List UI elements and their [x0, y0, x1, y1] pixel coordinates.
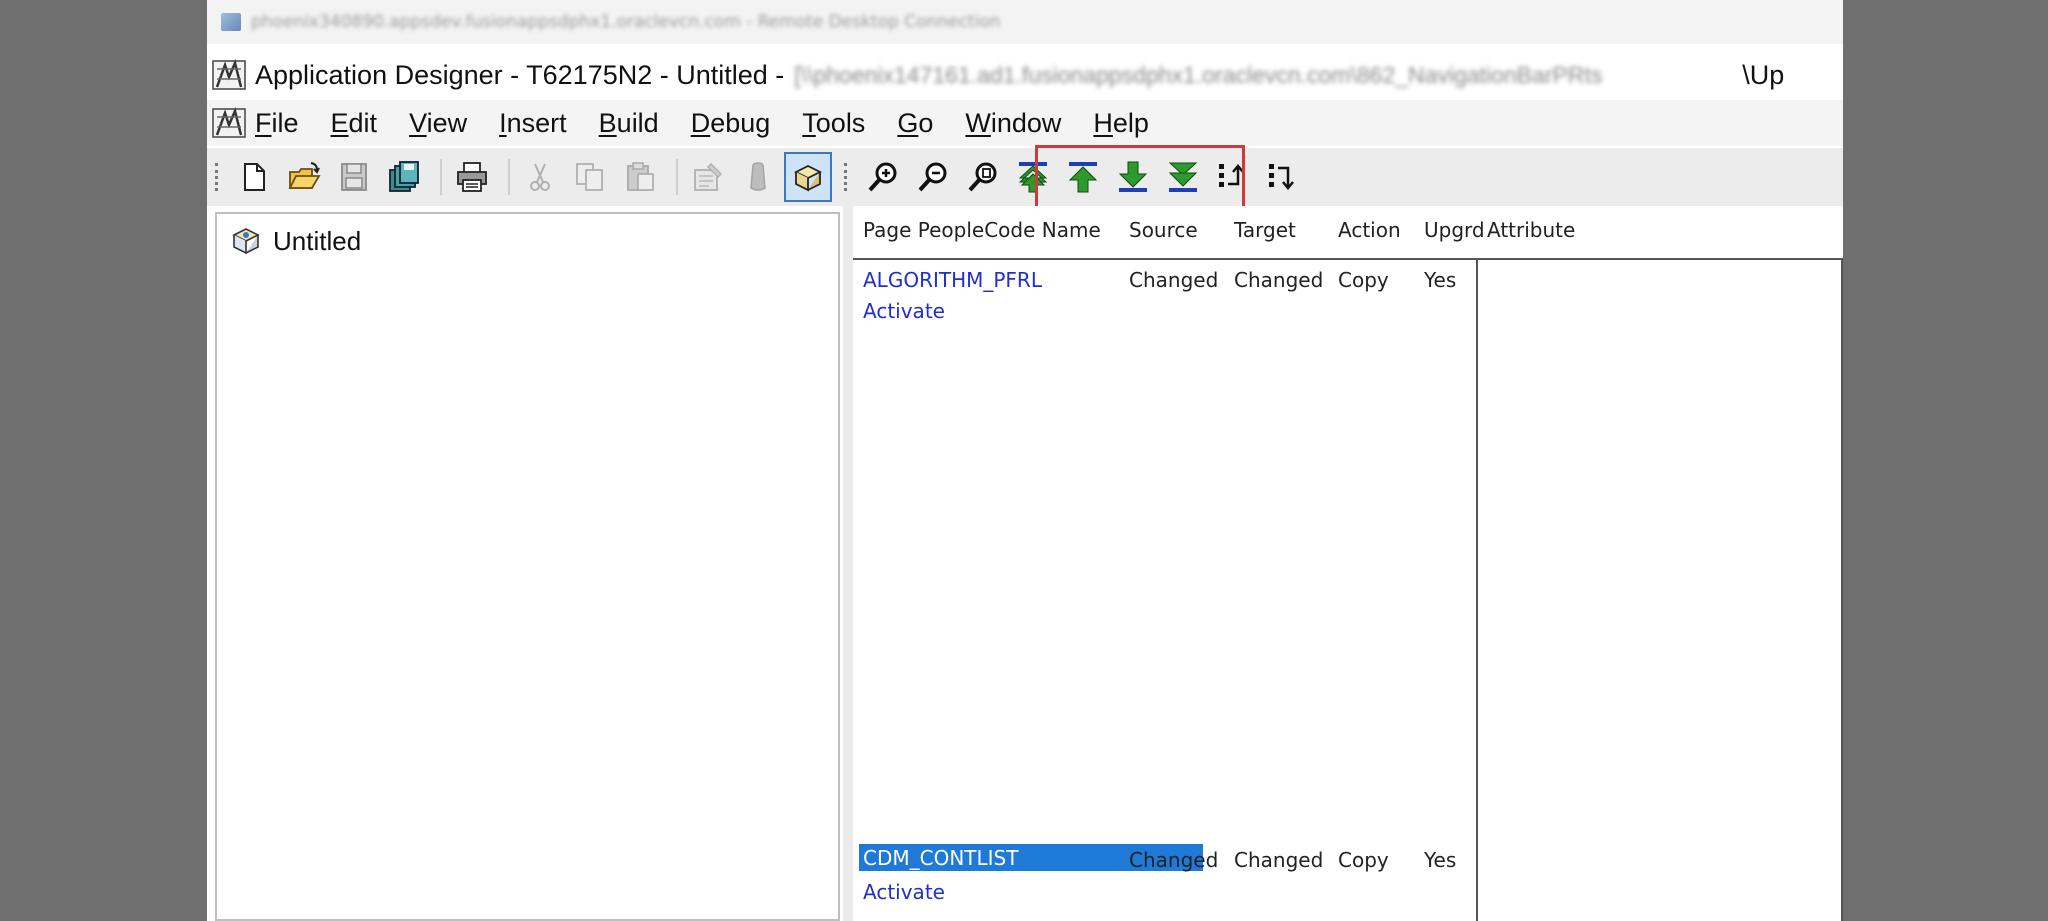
menu-insert[interactable]: Insert — [499, 108, 567, 139]
row-upgrade[interactable]: Yes — [1424, 848, 1456, 872]
previous-upgrade-icon — [1219, 164, 1244, 187]
project-tree-panel: Untitled — [215, 212, 840, 921]
app-title: Application Designer - T62175N2 - Untitl… — [255, 59, 785, 90]
toolbar — [207, 148, 1843, 206]
next-upgrade-button[interactable] — [1261, 154, 1305, 200]
move-to-top-button[interactable] — [1011, 154, 1055, 200]
panel-splitter[interactable] — [843, 206, 853, 921]
save-button[interactable] — [332, 154, 376, 200]
menu-debug[interactable]: Debug — [691, 108, 771, 139]
column-header-source[interactable]: Source — [1129, 218, 1198, 242]
remote-desktop-icon — [221, 13, 241, 31]
zoom-in-icon — [868, 162, 897, 192]
zoom-in-button[interactable] — [861, 154, 905, 200]
move-to-top-icon — [1018, 162, 1048, 193]
menu-bar: File Edit View Insert Build Debug Tools … — [207, 100, 1843, 146]
remote-desktop-title-bar: phoenix340890.appsdev.fusionappsdphx1.or… — [207, 0, 1843, 44]
cut-icon — [530, 163, 550, 191]
toolbar-separator — [440, 159, 442, 195]
row-target: Changed — [1234, 848, 1324, 872]
save-all-button[interactable] — [382, 154, 426, 200]
column-header-action[interactable]: Action — [1338, 218, 1401, 242]
find-definition-button[interactable] — [961, 154, 1005, 200]
app-title-bar: Application Designer - T62175N2 - Untitl… — [207, 52, 1843, 98]
move-up-icon — [1068, 162, 1098, 193]
column-header-upgrade[interactable]: Upgrd — [1424, 218, 1485, 242]
app-system-menu-icon[interactable] — [211, 105, 247, 141]
tree-root-untitled[interactable]: Untitled — [229, 224, 361, 258]
new-button[interactable] — [232, 154, 276, 200]
copy-icon — [576, 163, 603, 191]
project-icon — [232, 228, 260, 255]
menu-help[interactable]: Help — [1093, 108, 1149, 139]
app-title-tail: \Up — [1742, 59, 1785, 90]
toolbar-grip[interactable] — [215, 163, 222, 191]
app-designer-logo-icon — [211, 57, 247, 93]
list-header: Page PeopleCode Name Source Target Actio… — [853, 206, 1843, 260]
toolbar-separator — [508, 159, 510, 195]
remote-desktop-title: phoenix340890.appsdev.fusionappsdphx1.or… — [251, 12, 1001, 32]
row-source: Changed — [1129, 848, 1219, 872]
properties-icon — [694, 163, 722, 191]
paste-button[interactable] — [618, 154, 662, 200]
properties-button[interactable] — [686, 154, 730, 200]
move-to-bottom-icon — [1168, 162, 1198, 192]
column-divider — [1476, 258, 1478, 921]
print-icon — [457, 162, 487, 192]
toolbar-separator — [676, 159, 678, 195]
move-down-icon — [1118, 161, 1148, 192]
menu-go[interactable]: Go — [897, 108, 933, 139]
save-all-icon — [389, 161, 419, 192]
move-to-bottom-button[interactable] — [1161, 154, 1205, 200]
menu-file[interactable]: File — [255, 108, 299, 139]
row-action[interactable]: Copy — [1338, 268, 1389, 292]
row-event[interactable]: Activate — [863, 880, 945, 904]
upgrade-list-panel: Page PeopleCode Name Source Target Actio… — [853, 206, 1843, 921]
menu-view[interactable]: View — [409, 108, 467, 139]
row-event[interactable]: Activate — [863, 299, 945, 323]
menu-tools[interactable]: Tools — [802, 108, 865, 139]
copy-button[interactable] — [568, 154, 612, 200]
column-header-attribute[interactable]: Attribute — [1487, 218, 1575, 242]
row-action[interactable]: Copy — [1338, 848, 1389, 872]
row-source: Changed — [1129, 268, 1219, 292]
move-down-button[interactable] — [1111, 154, 1155, 200]
menu-edit[interactable]: Edit — [331, 108, 378, 139]
previous-upgrade-button[interactable] — [1211, 154, 1255, 200]
find-definition-icon — [968, 162, 997, 192]
toggle-project-workspace-button[interactable] — [784, 152, 832, 202]
find-button[interactable] — [736, 154, 780, 200]
tree-root-label: Untitled — [273, 225, 362, 256]
column-divider — [1841, 258, 1843, 921]
column-header-target[interactable]: Target — [1234, 218, 1296, 242]
cut-button[interactable] — [518, 154, 562, 200]
toggle-project-icon — [793, 164, 823, 192]
row-upgrade[interactable]: Yes — [1424, 268, 1456, 292]
zoom-out-button[interactable] — [911, 154, 955, 200]
save-icon — [341, 163, 367, 191]
row-target: Changed — [1234, 268, 1324, 292]
row-name[interactable]: ALGORITHM_PFRL — [863, 268, 1042, 292]
app-title-redacted-path: [\\phoenix147161.ad1.fusionappsdphx1.ora… — [794, 61, 1603, 88]
remote-desktop-screen: phoenix340890.appsdev.fusionappsdphx1.or… — [207, 0, 1843, 921]
zoom-out-icon — [918, 162, 947, 192]
open-button[interactable] — [282, 154, 326, 200]
column-header-name[interactable]: Page PeopleCode Name — [863, 218, 1101, 242]
new-icon — [244, 163, 265, 191]
paste-icon — [627, 162, 654, 191]
toolbar-grip[interactable] — [844, 163, 851, 191]
open-icon — [288, 162, 321, 189]
move-up-button[interactable] — [1061, 154, 1105, 200]
print-button[interactable] — [450, 154, 494, 200]
menu-window[interactable]: Window — [965, 108, 1061, 139]
next-upgrade-icon — [1269, 164, 1294, 190]
find-icon — [750, 162, 766, 191]
menu-build[interactable]: Build — [599, 108, 659, 139]
